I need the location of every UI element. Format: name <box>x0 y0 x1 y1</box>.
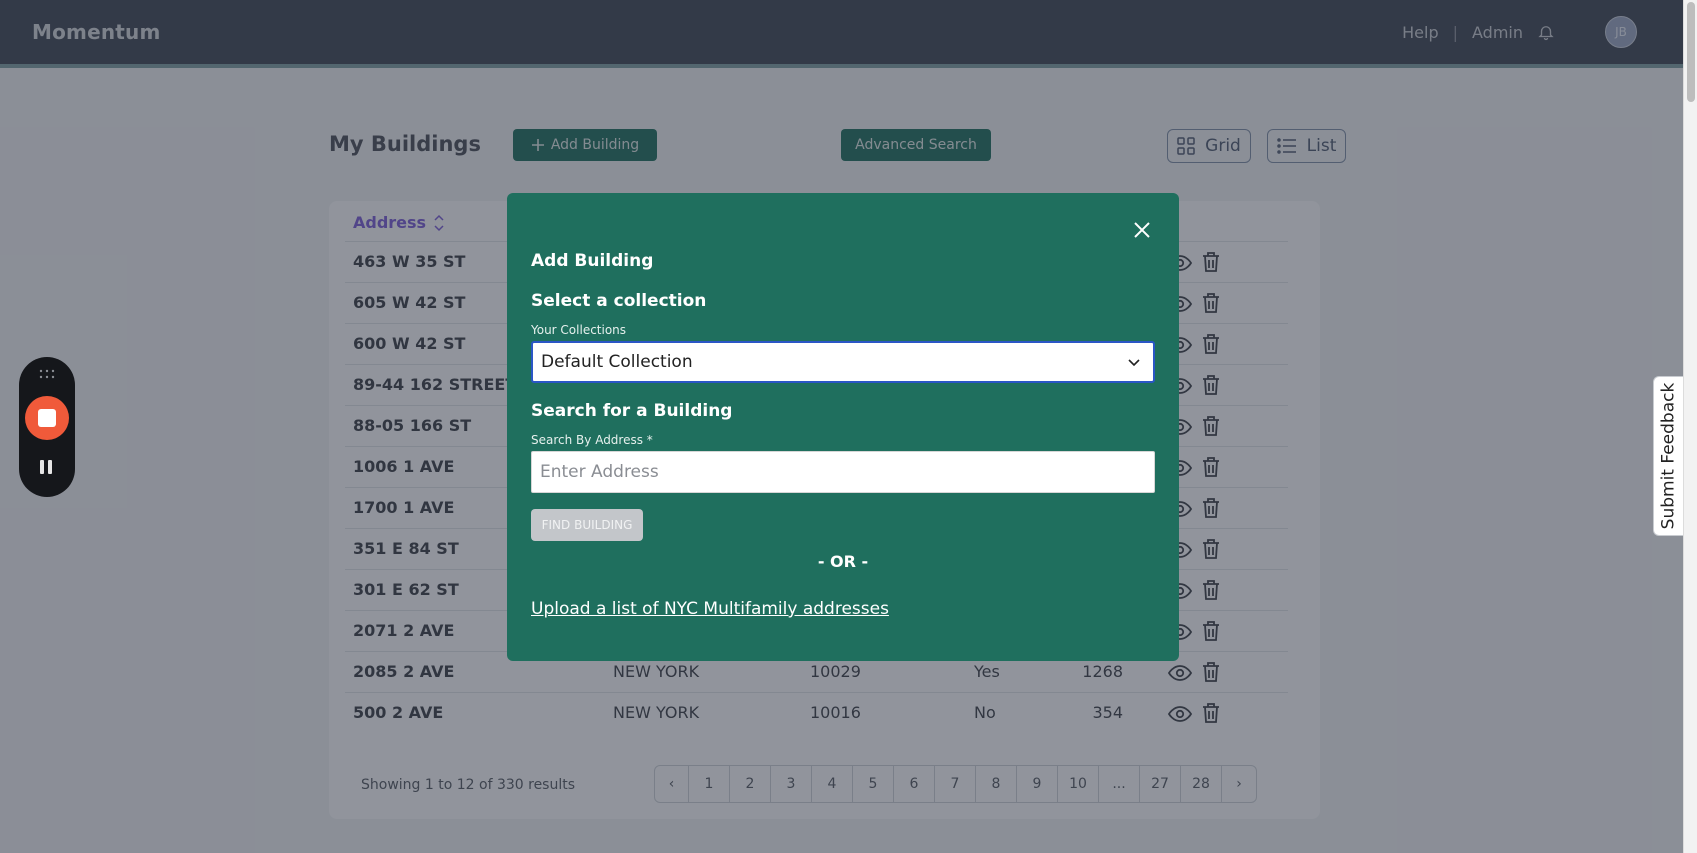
stop-recording-button[interactable] <box>25 396 69 440</box>
or-divider: - OR - <box>817 552 869 571</box>
upload-addresses-link[interactable]: Upload a list of NYC Multifamily address… <box>531 599 889 619</box>
add-building-modal: Add Building Select a collection Your Co… <box>507 193 1179 661</box>
submit-feedback-tab[interactable]: Submit Feedback <box>1653 376 1683 536</box>
stop-icon <box>38 409 56 427</box>
modal-title: Add Building <box>531 251 654 271</box>
chevron-down-icon <box>1128 359 1140 367</box>
collection-select[interactable]: Default Collection <box>531 341 1155 383</box>
recording-widget <box>19 357 75 497</box>
collection-select-value: Default Collection <box>541 352 693 372</box>
address-search-input[interactable] <box>531 451 1155 493</box>
close-icon[interactable] <box>1131 219 1153 241</box>
search-address-label: Search By Address * <box>531 433 653 447</box>
scrollbar-thumb[interactable] <box>1687 2 1695 102</box>
drag-handle-icon[interactable] <box>39 369 55 379</box>
search-building-heading: Search for a Building <box>531 401 733 421</box>
select-collection-heading: Select a collection <box>531 291 707 311</box>
feedback-label: Submit Feedback <box>1658 382 1679 530</box>
pause-icon[interactable] <box>40 460 54 476</box>
find-building-button[interactable]: FIND BUILDING <box>531 509 643 541</box>
page-scrollbar[interactable] <box>1683 0 1697 853</box>
collections-label: Your Collections <box>531 323 627 337</box>
